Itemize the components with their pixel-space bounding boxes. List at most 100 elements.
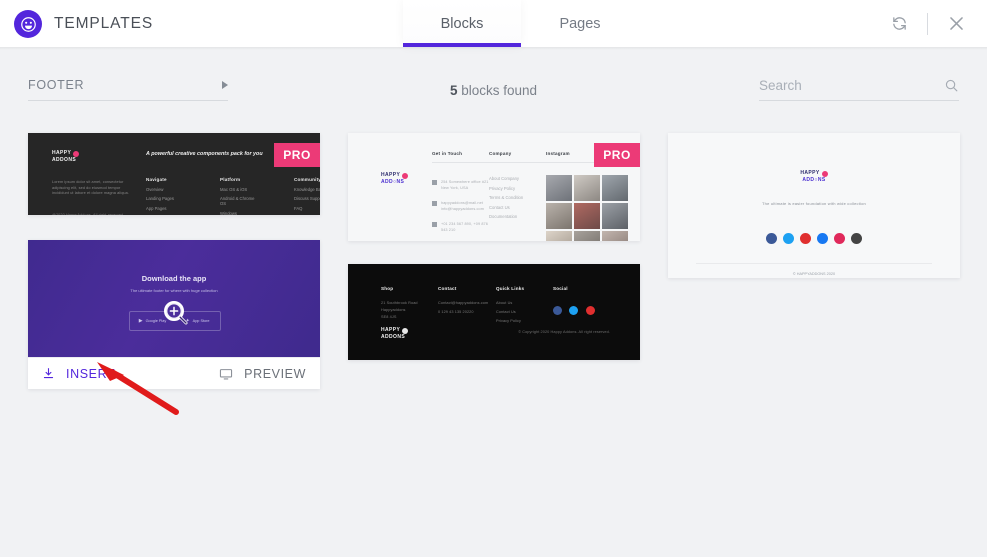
column-heading: Get in Touch [432, 151, 463, 156]
column-heading: Contact [438, 286, 457, 291]
insert-button[interactable]: INSERT [42, 367, 115, 381]
toolbar: FOOTER 5 blocks found [0, 50, 987, 112]
block-card[interactable]: HAPPY ADDONSHAPPY ADDONS Lorem ipsum dol… [28, 133, 320, 215]
block-logo: HAPPY ADD○NS [381, 173, 409, 185]
block-heading: Download the app [141, 274, 207, 283]
facebook-icon[interactable] [553, 306, 562, 315]
column-item: Contact Us [496, 310, 516, 314]
footer-column: Platform Mac OS & iOS Android & Chrome O… [220, 177, 256, 215]
store-button[interactable]: ✦ App Store [175, 312, 220, 330]
tab-pages[interactable]: Pages [521, 0, 639, 47]
column-heading: Shop [381, 286, 394, 291]
tab-blocks-label: Blocks [440, 15, 484, 32]
social-links [668, 233, 960, 244]
column-heading: Platform [220, 177, 241, 182]
block-tagline: The ultimate is easier foundation with w… [762, 201, 866, 206]
column-item: Happyaddons [381, 308, 406, 312]
youtube-icon[interactable] [800, 233, 811, 244]
tab-blocks[interactable]: Blocks [403, 0, 521, 47]
preview-button[interactable]: PREVIEW [219, 367, 306, 381]
facebook-icon[interactable] [766, 233, 777, 244]
store-button[interactable]: ▶ Google Play [130, 312, 175, 330]
column-item: 21 Southbrook Road [381, 301, 418, 305]
footer-column: Navigate Overview Landing Pages App Page… [146, 177, 182, 215]
insert-label: INSERT [66, 366, 116, 381]
play-icon: ▶ [138, 318, 143, 324]
column-item: Privacy Policy [496, 319, 522, 323]
column-heading: Community [294, 177, 320, 182]
block-tagline: A powerful creative components pack for … [146, 151, 263, 157]
apple-icon: ✦ [185, 318, 190, 324]
store-button-label: Google Play [145, 319, 167, 323]
pro-badge: PRO [594, 143, 640, 167]
header-divider [927, 12, 928, 35]
block-card[interactable]: Shop 21 Southbrook Road Happyaddons SE8 … [348, 264, 640, 360]
modal-header: TEMPLATES Blocks Pages [0, 0, 987, 47]
pro-badge: PRO [274, 143, 320, 167]
search-icon[interactable] [944, 78, 959, 93]
block-copyright: © Copyright 2020 Happy Addons. All right… [518, 330, 610, 334]
column-heading: Navigate [146, 177, 167, 182]
block-thumbnail[interactable]: Download the app The ultimate footer for… [28, 240, 320, 357]
twitter-icon[interactable] [569, 306, 579, 315]
column-heading: Social [553, 286, 568, 291]
store-button-label: App Store [192, 319, 210, 323]
block-card-hovered[interactable]: Download the app The ultimate footer for… [28, 240, 320, 389]
column-item: Discuss Support [294, 196, 320, 201]
social-links [553, 302, 598, 320]
page-title: TEMPLATES [54, 15, 154, 32]
phone-icon [432, 222, 437, 228]
blocks-grid: HAPPY ADDONSHAPPY ADDONS Lorem ipsum dol… [0, 112, 987, 557]
column-heading: Company [489, 151, 512, 156]
column-item: About Us [496, 301, 513, 305]
column-item: Privacy Policy [489, 185, 516, 191]
refresh-icon[interactable] [882, 7, 916, 41]
block-logo: HAPPY ADDONSHAPPY ADDONS [52, 151, 134, 163]
column-item: FAQ [294, 205, 303, 211]
column-item: Contact@happyaddons.com [438, 301, 489, 305]
dribbble-icon[interactable] [834, 233, 845, 244]
column-item: Contact Us [489, 204, 510, 210]
column-heading: Quick Links [496, 286, 525, 291]
block-thumbnail[interactable]: HAPPY ADD○NS The ultimate is easier foun… [668, 133, 960, 278]
download-icon [43, 368, 54, 379]
search-input[interactable] [759, 78, 919, 93]
block-logo: HAPPY ADD○NS [800, 171, 828, 183]
column-item: Terms & Condition [489, 195, 524, 200]
block-thumbnail[interactable]: Shop 21 Southbrook Road Happyaddons SE8 … [348, 264, 640, 360]
block-card[interactable]: HAPPY ADD○NS The ultimate is easier foun… [668, 133, 960, 278]
happy-face-logo-icon [14, 10, 42, 38]
column-item: 254 Somewhere office #21 New York, USA [441, 180, 489, 191]
tab-bar: Blocks Pages [403, 0, 639, 47]
column-item: SE8 4JS [381, 315, 397, 319]
footer-column: Community Knowledge Base Discuss Support… [294, 177, 320, 215]
column-item: happyaddons@mail.net info@happyaddons.co… [441, 201, 485, 212]
column-item: Windows [220, 210, 237, 216]
block-thumbnail[interactable]: HAPPY ADDONSHAPPY ADDONS Lorem ipsum dol… [28, 133, 320, 215]
templates-modal: TEMPLATES Blocks Pages FOOTER 5 blocks f… [0, 0, 987, 557]
column-item: Overview [146, 186, 164, 192]
twitter-icon[interactable] [783, 233, 794, 244]
instagram-photo-grid [546, 175, 630, 241]
column-item: 0 129 43 135 20220 [438, 310, 474, 314]
column-item: Mac OS & iOS [220, 186, 248, 192]
column-item: Android & Chrome OS [220, 196, 255, 206]
youtube-icon[interactable] [585, 306, 595, 315]
close-icon[interactable] [939, 7, 973, 41]
block-body-text: Lorem ipsum dolor sit amet, consectetur … [52, 180, 130, 195]
block-copyright: @2020 HappyAddons. All right reserved. [52, 212, 125, 216]
preview-label: PREVIEW [244, 366, 306, 381]
block-card[interactable]: HAPPY ADD○NS Get in Touch 254 Somewhere … [348, 133, 640, 241]
header-actions [882, 0, 973, 47]
mail-icon [432, 201, 437, 207]
block-copyright-line1: © HAPPYADDONS 2020 [792, 272, 836, 276]
linkedin-icon[interactable] [817, 233, 828, 244]
search-field[interactable] [759, 78, 959, 101]
block-thumbnail[interactable]: HAPPY ADD○NS Get in Touch 254 Somewhere … [348, 133, 640, 241]
column-item: About Company [489, 176, 520, 181]
block-logo: HAPPY ADDONS [381, 328, 409, 340]
block-subheading: The ultimate footer for where with huge … [130, 288, 218, 293]
tab-pages-label: Pages [559, 15, 601, 32]
results-count-text: blocks found [457, 83, 538, 98]
github-icon[interactable] [851, 233, 862, 244]
